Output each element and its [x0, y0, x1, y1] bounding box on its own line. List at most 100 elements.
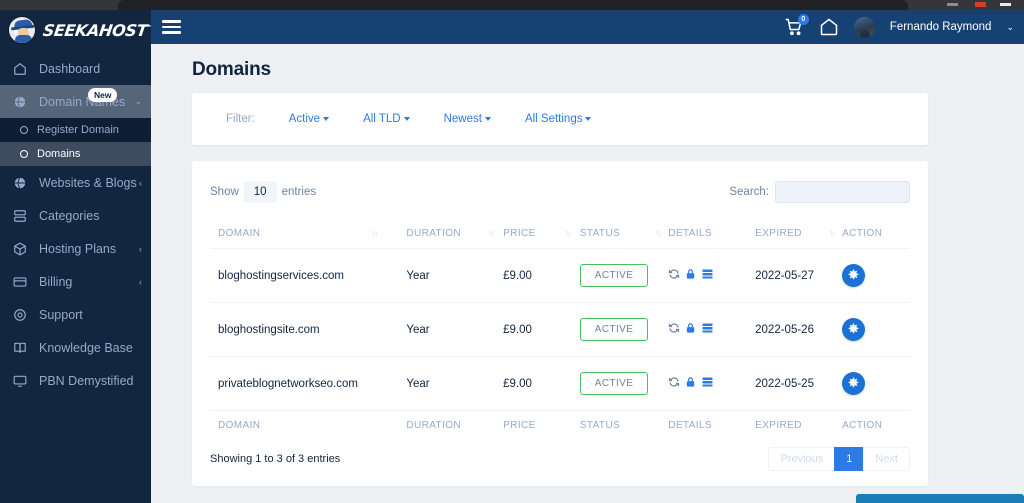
sidebar-item-pbn-demystified[interactable]: PBN Demystified	[0, 364, 151, 397]
footer-column-expired: EXPIRED	[755, 410, 843, 440]
sidebar-item-categories[interactable]: Categories	[0, 199, 151, 232]
sidebar-subitem-label: Domains	[37, 148, 81, 160]
sidebar-nav: Dashboard Domain Names New ⌄ Register Do…	[0, 50, 151, 397]
filter-active-dropdown[interactable]: Active	[289, 113, 330, 125]
filter-bar: Filter: Active All TLD Newest All Settin…	[192, 93, 928, 145]
pagination-page-1-button[interactable]: 1	[834, 447, 865, 471]
server-list-icon[interactable]	[701, 376, 714, 391]
cart-count-badge: 0	[797, 14, 809, 25]
sidebar-item-label: Dashboard	[39, 61, 101, 76]
sidebar-item-websites-blogs[interactable]: Websites & Blogs ‹	[0, 166, 151, 199]
cell-duration: Year	[406, 302, 504, 357]
server-list-icon[interactable]	[701, 322, 714, 337]
column-header-price[interactable]: PRICE ↑↓	[503, 219, 580, 249]
table-row[interactable]: bloghostingservices.com Year £9.00 ACTIV…	[210, 248, 910, 303]
window-maximize-button[interactable]	[1000, 3, 1011, 6]
lock-icon[interactable]	[685, 322, 696, 337]
domains-table: DOMAIN ↑↓ DURATION ↑↓ PRICE ↑↓ STATUS ↑↓…	[210, 219, 910, 440]
filter-sort-dropdown[interactable]: Newest	[444, 113, 491, 125]
browser-tab-strip[interactable]	[118, 0, 908, 10]
sidebar-item-domain-names[interactable]: Domain Names New ⌄	[0, 85, 151, 118]
cell-duration: Year	[406, 356, 504, 411]
user-name-label[interactable]: Fernando Raymond	[890, 21, 992, 33]
cell-details	[668, 248, 756, 303]
column-label: ACTION	[842, 228, 883, 239]
footer-column-price: PRICE	[503, 410, 580, 440]
sidebar-item-label: Billing	[39, 274, 73, 289]
filter-label: Filter:	[226, 113, 255, 125]
caret-down-icon	[323, 116, 330, 121]
column-label: DURATION	[406, 228, 462, 239]
footer-column-action: ACTION	[842, 410, 910, 440]
chat-widget-bar[interactable]	[856, 494, 1024, 503]
cell-expired: 2022-05-26	[755, 302, 843, 357]
cell-action	[842, 356, 910, 411]
table-footer-row: DOMAIN DURATION PRICE STATUS DETAILS EXP…	[210, 410, 910, 440]
cell-domain: privateblognetworkseo.com	[210, 356, 407, 411]
lock-icon[interactable]	[685, 376, 696, 391]
brand-name: SEEKAHOST™	[42, 21, 151, 40]
brand-logo[interactable]: SEEKAHOST™	[0, 10, 151, 50]
sort-asc-desc-icon[interactable]: ↑↓	[565, 228, 572, 238]
sort-asc-desc-icon[interactable]: ↑↓	[655, 228, 662, 238]
column-header-domain[interactable]: DOMAIN ↑↓	[210, 219, 407, 249]
gear-icon[interactable]	[842, 372, 866, 395]
column-label: DETAILS	[668, 228, 712, 239]
chevron-down-icon[interactable]: ⌄	[134, 96, 142, 107]
cell-status: ACTIVE	[579, 356, 669, 411]
refresh-icon[interactable]	[668, 268, 680, 283]
hamburger-icon[interactable]	[162, 17, 181, 37]
pagination-next-button[interactable]: Next	[863, 447, 910, 471]
search-input[interactable]	[775, 181, 910, 203]
table-row[interactable]: privateblognetworkseo.com Year £9.00 ACT…	[210, 356, 910, 411]
chevron-left-icon[interactable]: ‹	[139, 178, 142, 188]
sidebar-item-knowledge-base[interactable]: Knowledge Base	[0, 331, 151, 364]
pagination-info: Showing 1 to 3 of 3 entries	[210, 453, 341, 465]
sidebar-item-support[interactable]: Support	[0, 298, 151, 331]
filter-settings-dropdown[interactable]: All Settings	[525, 113, 592, 125]
refresh-icon[interactable]	[668, 322, 680, 337]
pagination-controls: Previous 1 Next	[768, 447, 910, 471]
server-list-icon[interactable]	[701, 268, 714, 283]
pagination-previous-button[interactable]: Previous	[768, 447, 836, 471]
sidebar-item-dashboard[interactable]: Dashboard	[0, 52, 151, 85]
filter-tld-label: All TLD	[363, 113, 401, 125]
sidebar-item-billing[interactable]: Billing ‹	[0, 265, 151, 298]
sort-asc-desc-icon[interactable]: ↑↓	[488, 228, 495, 238]
sort-asc-desc-icon[interactable]: ↑↓	[829, 228, 836, 238]
globe-icon	[12, 94, 27, 109]
sidebar-item-domains[interactable]: Domains	[0, 142, 151, 166]
table-row[interactable]: bloghostingsite.com Year £9.00 ACTIVE 20…	[210, 302, 910, 357]
filter-tld-dropdown[interactable]: All TLD	[363, 113, 410, 125]
chevron-left-icon[interactable]: ‹	[139, 277, 142, 287]
brand-name-text: SEEKAHOST	[41, 20, 149, 40]
avatar[interactable]	[853, 16, 875, 38]
chevron-down-icon[interactable]: ⌄	[1006, 22, 1014, 33]
table-header-row: DOMAIN ↑↓ DURATION ↑↓ PRICE ↑↓ STATUS ↑↓…	[210, 219, 910, 249]
lifebuoy-icon	[12, 307, 27, 322]
column-header-status[interactable]: STATUS ↑↓	[579, 219, 669, 249]
gear-icon[interactable]	[842, 318, 866, 341]
sidebar: SEEKAHOST™ Dashboard Domain Names New ⌄ …	[0, 10, 151, 503]
sidebar-item-hosting-plans[interactable]: Hosting Plans ‹	[0, 232, 151, 265]
column-header-duration[interactable]: DURATION ↑↓	[406, 219, 504, 249]
refresh-icon[interactable]	[668, 376, 680, 391]
sidebar-item-register-domain[interactable]: Register Domain	[0, 118, 151, 142]
book-icon	[12, 340, 27, 355]
shopping-cart-icon[interactable]: 0	[784, 14, 809, 37]
window-minimize-button[interactable]	[947, 3, 958, 6]
gear-icon[interactable]	[842, 264, 866, 287]
cell-expired: 2022-05-27	[755, 248, 843, 303]
window-close-button[interactable]	[975, 2, 986, 7]
sort-asc-desc-icon[interactable]: ↑↓	[371, 228, 378, 238]
lock-icon[interactable]	[685, 268, 696, 283]
chevron-left-icon[interactable]: ‹	[139, 244, 142, 254]
column-header-action: ACTION	[842, 219, 910, 249]
home-icon[interactable]	[819, 17, 839, 37]
column-header-expired[interactable]: EXPIRED ↑↓	[755, 219, 843, 249]
entries-per-page-select[interactable]: 10	[243, 181, 277, 203]
column-label: DOMAIN	[218, 228, 261, 239]
topbar: 0 Fernando Raymond ⌄	[151, 10, 1024, 44]
circle-icon	[20, 126, 28, 134]
caret-down-icon	[484, 116, 491, 121]
